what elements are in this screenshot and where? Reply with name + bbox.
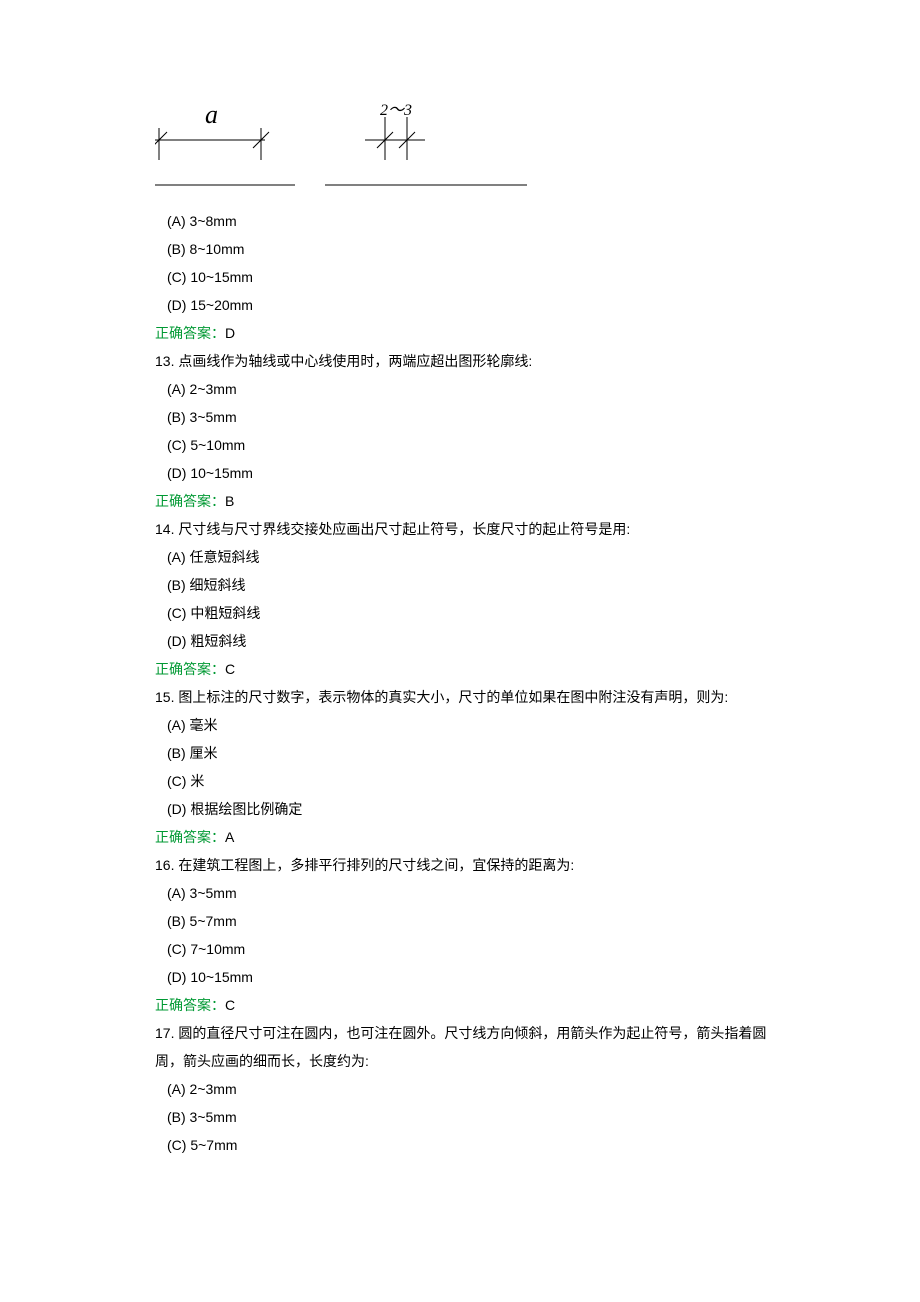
diagram-label-a: a bbox=[205, 100, 218, 129]
dimension-svg: a 2～3 bbox=[155, 100, 535, 195]
q12-option-a: (A) 3~8mm bbox=[155, 207, 790, 235]
q14-stem: 14. 尺寸线与尺寸界线交接处应画出尺寸起止符号，长度尺寸的起止符号是用: bbox=[155, 515, 790, 543]
q15-option-a: (A) 毫米 bbox=[155, 711, 790, 739]
q14-text: 尺寸线与尺寸界线交接处应画出尺寸起止符号，长度尺寸的起止符号是用: bbox=[178, 521, 630, 537]
q14-option-d: (D) 粗短斜线 bbox=[155, 627, 790, 655]
diagram-label-right: 2～3 bbox=[380, 102, 412, 119]
q14-option-a: (A) 任意短斜线 bbox=[155, 543, 790, 571]
answer-label: 正确答案： bbox=[155, 661, 225, 677]
q13-number: 13. bbox=[155, 353, 174, 369]
answer-value: D bbox=[225, 325, 235, 341]
q15-answer: 正确答案：A bbox=[155, 823, 790, 851]
dimension-diagram: a 2～3 bbox=[155, 100, 790, 195]
q17-text: 圆的直径尺寸可注在圆内，也可注在圆外。尺寸线方向倾斜，用箭头作为起止符号，箭头指… bbox=[155, 1025, 766, 1069]
q15-option-b: (B) 厘米 bbox=[155, 739, 790, 767]
q13-option-c: (C) 5~10mm bbox=[155, 431, 790, 459]
answer-label: 正确答案： bbox=[155, 493, 225, 509]
q12-option-b: (B) 8~10mm bbox=[155, 235, 790, 263]
q16-option-b: (B) 5~7mm bbox=[155, 907, 790, 935]
q16-option-a: (A) 3~5mm bbox=[155, 879, 790, 907]
q17-option-c: (C) 5~7mm bbox=[155, 1131, 790, 1159]
q15-number: 15. bbox=[155, 689, 174, 705]
q14-answer: 正确答案：C bbox=[155, 655, 790, 683]
answer-label: 正确答案： bbox=[155, 829, 225, 845]
answer-value: A bbox=[225, 829, 234, 845]
q13-option-b: (B) 3~5mm bbox=[155, 403, 790, 431]
answer-label: 正确答案： bbox=[155, 325, 225, 341]
q15-stem: 15. 图上标注的尺寸数字，表示物体的真实大小，尺寸的单位如果在图中附注没有声明… bbox=[155, 683, 790, 711]
answer-value: C bbox=[225, 661, 235, 677]
q16-option-d: (D) 10~15mm bbox=[155, 963, 790, 991]
q12-option-c: (C) 10~15mm bbox=[155, 263, 790, 291]
q17-number: 17. bbox=[155, 1025, 174, 1041]
answer-value: C bbox=[225, 997, 235, 1013]
q14-number: 14. bbox=[155, 521, 174, 537]
q13-option-d: (D) 10~15mm bbox=[155, 459, 790, 487]
q14-option-b: (B) 细短斜线 bbox=[155, 571, 790, 599]
q15-text: 图上标注的尺寸数字，表示物体的真实大小，尺寸的单位如果在图中附注没有声明，则为: bbox=[178, 689, 728, 705]
q17-option-a: (A) 2~3mm bbox=[155, 1075, 790, 1103]
q13-stem: 13. 点画线作为轴线或中心线使用时，两端应超出图形轮廓线: bbox=[155, 347, 790, 375]
q15-option-c: (C) 米 bbox=[155, 767, 790, 795]
q13-answer: 正确答案：B bbox=[155, 487, 790, 515]
q12-option-d: (D) 15~20mm bbox=[155, 291, 790, 319]
q16-stem: 16. 在建筑工程图上，多排平行排列的尺寸线之间，宜保持的距离为: bbox=[155, 851, 790, 879]
q15-option-d: (D) 根据绘图比例确定 bbox=[155, 795, 790, 823]
q14-option-c: (C) 中粗短斜线 bbox=[155, 599, 790, 627]
q16-text: 在建筑工程图上，多排平行排列的尺寸线之间，宜保持的距离为: bbox=[178, 857, 574, 873]
q13-text: 点画线作为轴线或中心线使用时，两端应超出图形轮廓线: bbox=[178, 353, 532, 369]
q16-number: 16. bbox=[155, 857, 174, 873]
answer-label: 正确答案： bbox=[155, 997, 225, 1013]
q17-option-b: (B) 3~5mm bbox=[155, 1103, 790, 1131]
q17-stem: 17. 圆的直径尺寸可注在圆内，也可注在圆外。尺寸线方向倾斜，用箭头作为起止符号… bbox=[155, 1019, 790, 1075]
q13-option-a: (A) 2~3mm bbox=[155, 375, 790, 403]
q12-answer: 正确答案：D bbox=[155, 319, 790, 347]
q16-option-c: (C) 7~10mm bbox=[155, 935, 790, 963]
q16-answer: 正确答案：C bbox=[155, 991, 790, 1019]
answer-value: B bbox=[225, 493, 234, 509]
document-page: a 2～3 (A) 3~8mm (B) 8~10mm (C) 10~15mm ( bbox=[0, 0, 920, 1159]
